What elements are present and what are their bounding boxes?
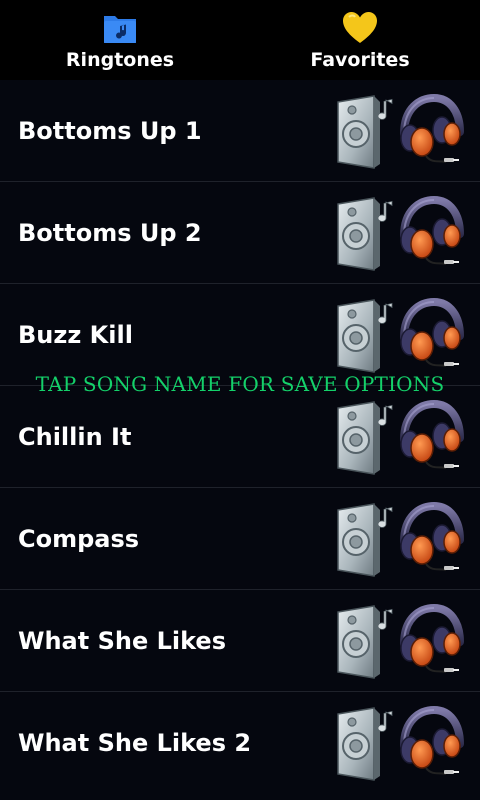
- row-actions: [334, 604, 466, 680]
- speaker-note-icon[interactable]: [334, 706, 398, 782]
- row-actions: [334, 298, 466, 374]
- headphones-icon[interactable]: [396, 502, 466, 578]
- row-actions: [334, 706, 466, 782]
- list-item[interactable]: Compass: [0, 488, 480, 590]
- song-name[interactable]: Compass: [18, 525, 139, 553]
- song-name[interactable]: Chillin It: [18, 423, 131, 451]
- top-tab-bar: Ringtones Favorites: [0, 0, 480, 80]
- list-item[interactable]: Chillin It: [0, 386, 480, 488]
- heart-icon: [340, 8, 380, 48]
- folder-music-icon: [100, 8, 140, 48]
- row-actions: [334, 502, 466, 578]
- song-name[interactable]: What She Likes: [18, 627, 226, 655]
- song-name[interactable]: What She Likes 2: [18, 729, 251, 757]
- tab-favorites-label: Favorites: [310, 49, 410, 71]
- tab-ringtones[interactable]: Ringtones: [0, 0, 240, 80]
- tab-ringtones-label: Ringtones: [65, 49, 175, 71]
- song-name[interactable]: Buzz Kill: [18, 321, 133, 349]
- speaker-note-icon[interactable]: [334, 502, 398, 578]
- row-actions: [334, 400, 466, 476]
- speaker-note-icon[interactable]: [334, 400, 398, 476]
- list-item[interactable]: Buzz Kill: [0, 284, 480, 386]
- list-item[interactable]: What She Likes 2: [0, 692, 480, 794]
- headphones-icon[interactable]: [396, 298, 466, 374]
- song-name[interactable]: Bottoms Up 2: [18, 219, 202, 247]
- tab-favorites[interactable]: Favorites: [240, 0, 480, 80]
- speaker-note-icon[interactable]: [334, 298, 398, 374]
- ringtone-list: Bottoms Up 1 Bottoms Up 2 Buzz Kill Chil…: [0, 80, 480, 794]
- speaker-note-icon[interactable]: [334, 94, 398, 170]
- headphones-icon[interactable]: [396, 400, 466, 476]
- speaker-note-icon[interactable]: [334, 196, 398, 272]
- headphones-icon[interactable]: [396, 706, 466, 782]
- row-actions: [334, 196, 466, 272]
- headphones-icon[interactable]: [396, 94, 466, 170]
- list-item[interactable]: Bottoms Up 2: [0, 182, 480, 284]
- speaker-note-icon[interactable]: [334, 604, 398, 680]
- list-item[interactable]: Bottoms Up 1: [0, 80, 480, 182]
- row-actions: [334, 94, 466, 170]
- headphones-icon[interactable]: [396, 604, 466, 680]
- headphones-icon[interactable]: [396, 196, 466, 272]
- list-item[interactable]: What She Likes: [0, 590, 480, 692]
- song-name[interactable]: Bottoms Up 1: [18, 117, 202, 145]
